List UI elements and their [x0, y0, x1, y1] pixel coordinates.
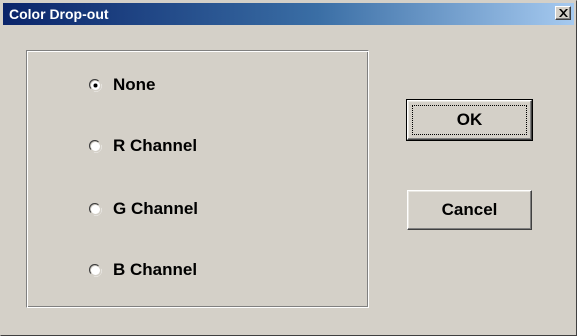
cancel-button[interactable]: Cancel: [407, 190, 532, 230]
close-button[interactable]: [555, 6, 571, 20]
radio-option-r-channel[interactable]: R Channel: [89, 135, 197, 157]
radio-label: G Channel: [113, 199, 199, 218]
color-dropout-dialog: Color Drop-out None R Channel G Channel …: [0, 0, 577, 336]
radio-unselected-icon: [89, 139, 102, 153]
radio-option-b-channel[interactable]: B Channel: [89, 259, 197, 281]
radio-label: B Channel: [113, 260, 198, 279]
ok-button[interactable]: OK: [406, 99, 533, 141]
radio-unselected-icon: [89, 263, 102, 277]
channel-groupbox: [26, 50, 369, 308]
close-icon: [559, 9, 568, 17]
radio-option-g-channel[interactable]: G Channel: [89, 198, 198, 220]
cancel-button-label: Cancel: [441, 200, 498, 219]
radio-label: None: [113, 75, 156, 94]
title-bar[interactable]: Color Drop-out: [3, 3, 574, 25]
radio-label: R Channel: [113, 136, 198, 155]
ok-button-label: OK: [456, 110, 483, 129]
radio-unselected-icon: [89, 202, 102, 216]
radio-option-none[interactable]: None: [89, 74, 156, 96]
dialog-title: Color Drop-out: [9, 6, 109, 22]
radio-selected-icon: [89, 78, 102, 92]
